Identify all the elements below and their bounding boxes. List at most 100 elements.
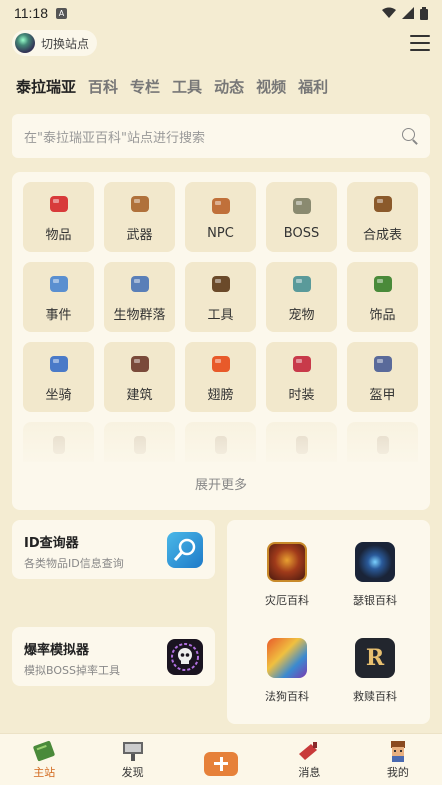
search-input[interactable]: 在"泰拉瑞亚百科"站点进行搜索 [24,127,205,146]
nav-home[interactable]: 主站 [0,734,88,785]
id-lookup-card[interactable]: ID查询器 各类物品ID信息查询 [12,520,215,579]
category-wood[interactable]: 建筑 [104,342,175,412]
category-npc[interactable]: NPC [185,182,256,252]
mod-wiki-card: 灾厄百科 瑟银百科 法狗百科 R 救赎百科 [227,520,430,724]
expand-more-button[interactable]: 展开更多 [12,474,430,493]
nav-label: 我的 [386,765,409,779]
wood-icon [127,352,153,376]
wings-icon [208,352,234,376]
fade-overlay [12,420,430,470]
plus-icon [204,751,239,776]
wiki-label: 灾厄百科 [265,594,309,607]
status-time: 11:18 [14,5,48,21]
category-label: 事件 [45,307,72,323]
category-label: 饰品 [369,307,396,323]
redemption-icon: R [355,638,395,678]
category-label: 生物群落 [113,307,166,323]
calamity-icon [267,542,307,582]
category-label: BOSS [283,225,320,241]
wiki-calamity[interactable]: 灾厄百科 [247,542,327,608]
tab-welfare[interactable]: 福利 [298,76,328,97]
category-sword[interactable]: 武器 [104,182,175,252]
category-label: 武器 [126,227,153,243]
top-bar: 切换站点 [0,26,442,60]
category-label: 时装 [288,387,315,403]
category-event[interactable]: 事件 [23,262,94,332]
workbench-icon [370,192,396,216]
vanity-icon [289,352,315,376]
tab-terraria[interactable]: 泰拉瑞亚 [16,76,76,97]
wifi-icon [382,7,396,18]
drop-rate-card[interactable]: 爆率模拟器 模拟BOSS掉率工具 [12,627,215,686]
tab-video[interactable]: 视频 [256,76,286,97]
wiki-fargo[interactable]: 法狗百科 [247,638,327,704]
tools-section: ID查询器 各类物品ID信息查询 爆率模拟器 模拟BOSS掉率工具 灾厄百科 瑟… [12,520,430,724]
armor-icon [370,352,396,376]
magnifier-tool-icon [167,532,203,568]
tab-tools[interactable]: 工具 [172,76,202,97]
pickaxe-icon [208,272,234,296]
category-skull[interactable]: BOSS [266,182,337,252]
nav-discover[interactable]: 发现 [88,734,176,785]
category-armor[interactable]: 盔甲 [347,342,418,412]
search-icon[interactable] [402,128,418,144]
tab-feed[interactable]: 动态 [214,76,244,97]
sword-icon [127,192,153,216]
category-mount[interactable]: 坐骑 [23,342,94,412]
pet-icon [289,272,315,296]
wiki-label: 救赎百科 [353,690,397,703]
character-avatar-icon [390,740,405,762]
potion-icon [46,192,72,216]
nav-create[interactable] [177,734,265,785]
nav-messages[interactable]: 消息 [265,734,353,785]
category-wings[interactable]: 翅膀 [185,342,256,412]
category-label: 宠物 [288,307,315,323]
category-label: 工具 [207,307,234,323]
category-grid: 物品 武器 NPC BOSS 合成表事件 生物群落 工具 宠物 饰品坐骑 建筑 翅膀 时装 盔甲 [23,182,419,412]
category-label: 建筑 [126,387,153,403]
channel-tabs: 泰拉瑞亚 百科 专栏 工具 动态 视频 福利 [0,68,442,104]
battery-icon [420,6,428,20]
biome-icon [127,272,153,296]
category-label: 坐骑 [45,387,72,403]
category-label: 物品 [45,227,72,243]
nav-label: 主站 [33,765,56,779]
wiki-label: 瑟银百科 [353,594,397,607]
thorium-icon [355,542,395,582]
switch-site-label: 切换站点 [41,36,90,51]
wiki-redemption[interactable]: R 救赎百科 [335,638,415,704]
category-biome[interactable]: 生物群落 [104,262,175,332]
search-bar[interactable]: 在"泰拉瑞亚百科"站点进行搜索 [12,114,430,158]
category-label: NPC [207,225,234,241]
category-boots[interactable]: 饰品 [347,262,418,332]
category-label: 翅膀 [207,387,234,403]
tab-wiki[interactable]: 百科 [88,76,118,97]
site-avatar [15,33,35,53]
menu-icon[interactable] [410,35,430,51]
fargo-icon [267,638,307,678]
category-pickaxe[interactable]: 工具 [185,262,256,332]
tab-column[interactable]: 专栏 [130,76,160,97]
bottom-nav: 主站 发现 消息 我的 [0,733,442,785]
wiki-thorium[interactable]: 瑟银百科 [335,542,415,608]
sign-icon [122,741,143,761]
signal-icon [402,7,414,19]
category-potion[interactable]: 物品 [23,182,94,252]
category-vanity[interactable]: 时装 [266,342,337,412]
skull-icon [289,194,315,218]
nav-label: 发现 [121,765,144,779]
category-workbench[interactable]: 合成表 [347,182,418,252]
category-card: 物品 武器 NPC BOSS 合成表事件 生物群落 工具 宠物 饰品坐骑 建筑 翅膀 时装 盔甲 展开更… [12,172,430,510]
notification-icon: A [56,7,67,19]
category-label: 盔甲 [369,387,396,403]
npc-icon [208,194,234,218]
horn-icon [299,741,318,760]
category-label: 合成表 [362,227,402,243]
category-pet[interactable]: 宠物 [266,262,337,332]
switch-site-button[interactable]: 切换站点 [12,30,98,56]
nav-label: 消息 [298,765,321,779]
mount-icon [46,352,72,376]
skull-tool-icon [167,639,203,675]
wiki-label: 法狗百科 [265,690,309,703]
nav-profile[interactable]: 我的 [354,734,442,785]
